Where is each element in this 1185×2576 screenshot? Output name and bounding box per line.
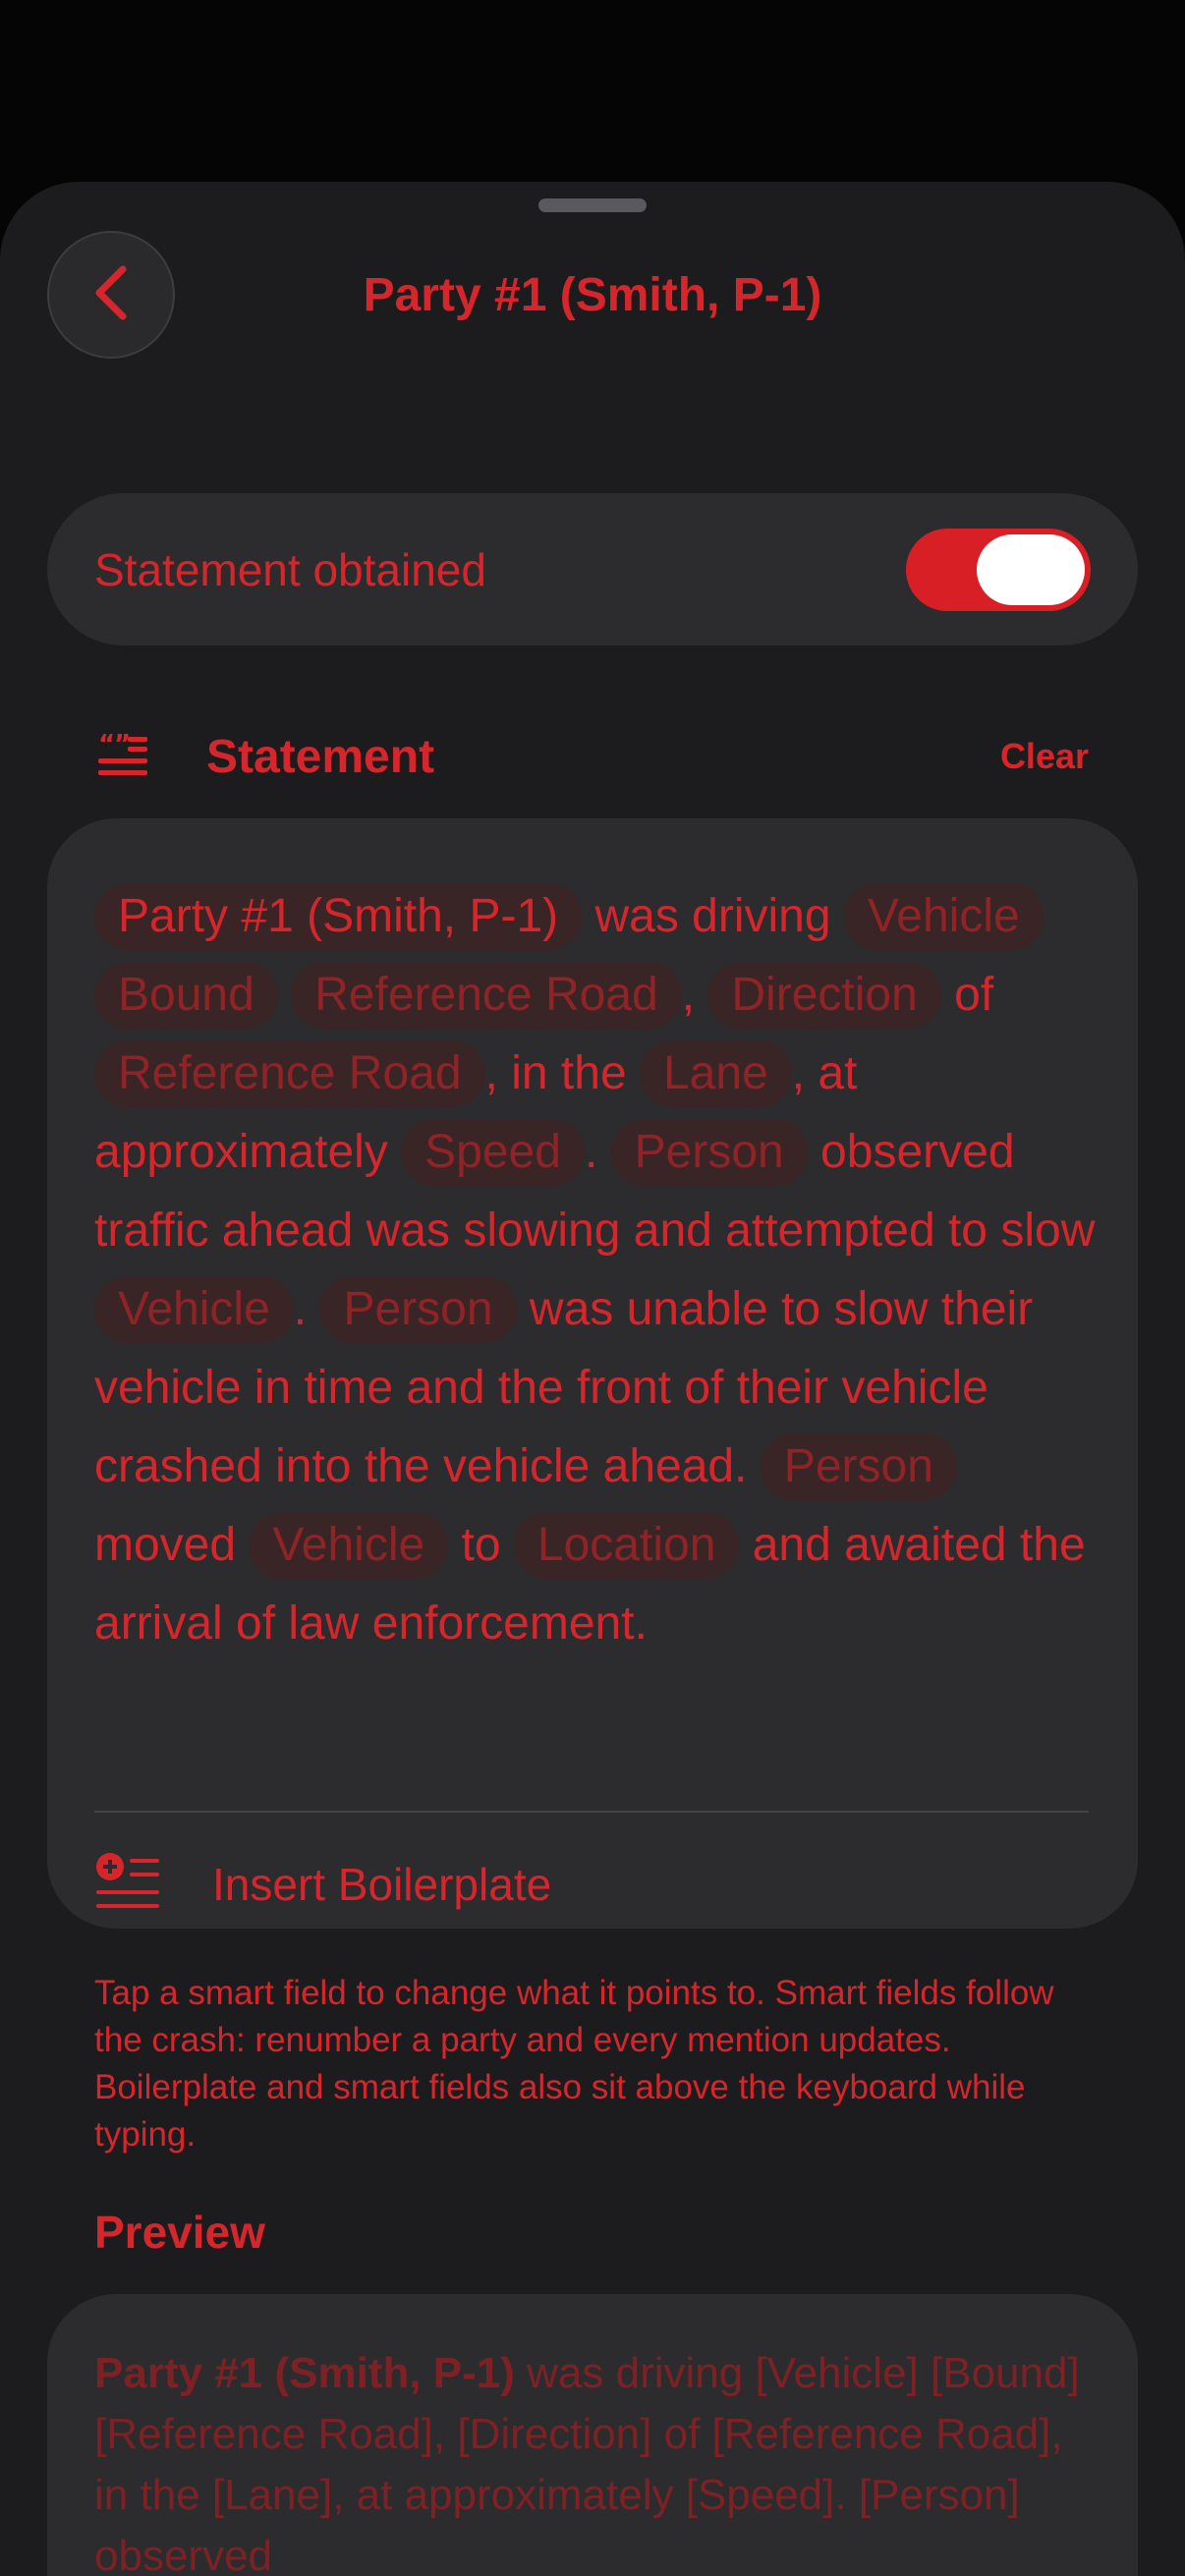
insert-boilerplate-label: Insert Boilerplate <box>212 1859 552 1910</box>
smart-field-vehicle[interactable]: Vehicle <box>94 1276 294 1343</box>
smart-field-reference-road[interactable]: Reference Road <box>291 962 682 1029</box>
statement-text: of <box>940 969 994 1021</box>
modal-sheet: Party #1 (Smith, P-1) Statement obtained… <box>0 182 1185 2576</box>
smart-field-person[interactable]: Person <box>319 1276 517 1343</box>
page-title: Party #1 (Smith, P-1) <box>363 269 822 321</box>
preview-text: Party #1 (Smith, P-1) was driving [Vehic… <box>94 2343 1097 2576</box>
smart-field-lane[interactable]: Lane <box>639 1040 792 1107</box>
preview-card: Party #1 (Smith, P-1) was driving [Vehic… <box>47 2294 1138 2576</box>
smart-field-party[interactable]: Party #1 (Smith, P-1) <box>94 883 583 950</box>
smart-field-speed[interactable]: Speed <box>401 1119 585 1186</box>
svg-text:”: ” <box>114 731 131 759</box>
statement-text: , <box>681 969 696 1021</box>
smart-field-vehicle[interactable]: Vehicle <box>843 883 1044 950</box>
smart-field-reference-road[interactable]: Reference Road <box>94 1040 485 1107</box>
sheet-grabber[interactable] <box>538 198 647 212</box>
statement-section-title: Statement <box>206 730 435 783</box>
statement-card: Party #1 (Smith, P-1) was driving Vehicl… <box>47 818 1138 1929</box>
add-list-icon <box>94 1851 161 1919</box>
statement-text: . <box>293 1283 308 1335</box>
smart-field-direction[interactable]: Direction <box>707 962 941 1029</box>
statement-text: . <box>584 1126 598 1178</box>
clear-button[interactable]: Clear <box>1000 736 1089 777</box>
statement-text: , in the <box>484 1047 627 1099</box>
statement-obtained-row: Statement obtained <box>47 493 1138 645</box>
smart-field-person[interactable]: Person <box>760 1433 957 1500</box>
statement-section-header: “ ” Statement Clear <box>96 727 1089 786</box>
statement-text: to <box>448 1519 514 1571</box>
preview-party: Party #1 (Smith, P-1) <box>94 2349 515 2397</box>
smart-field-bound[interactable]: Bound <box>94 962 278 1029</box>
toggle-knob <box>977 533 1085 605</box>
divider <box>94 1811 1089 1813</box>
insert-boilerplate-button[interactable]: Insert Boilerplate <box>94 1840 551 1929</box>
quote-lines-icon: “ ” <box>96 730 149 783</box>
statement-text: was driving <box>582 890 844 942</box>
smart-field-vehicle[interactable]: Vehicle <box>249 1512 449 1579</box>
svg-text:“: “ <box>98 731 115 759</box>
help-text: Tap a smart field to change what it poin… <box>94 1974 1054 2154</box>
smart-field-location[interactable]: Location <box>513 1512 740 1579</box>
statement-obtained-toggle[interactable] <box>906 528 1091 611</box>
preview-title: Preview <box>94 2207 265 2258</box>
smart-field-person[interactable]: Person <box>610 1119 808 1186</box>
statement-text: moved <box>94 1519 237 1571</box>
statement-obtained-label: Statement obtained <box>94 543 486 595</box>
statement-editor[interactable]: Party #1 (Smith, P-1) was driving Vehicl… <box>94 877 1097 1663</box>
